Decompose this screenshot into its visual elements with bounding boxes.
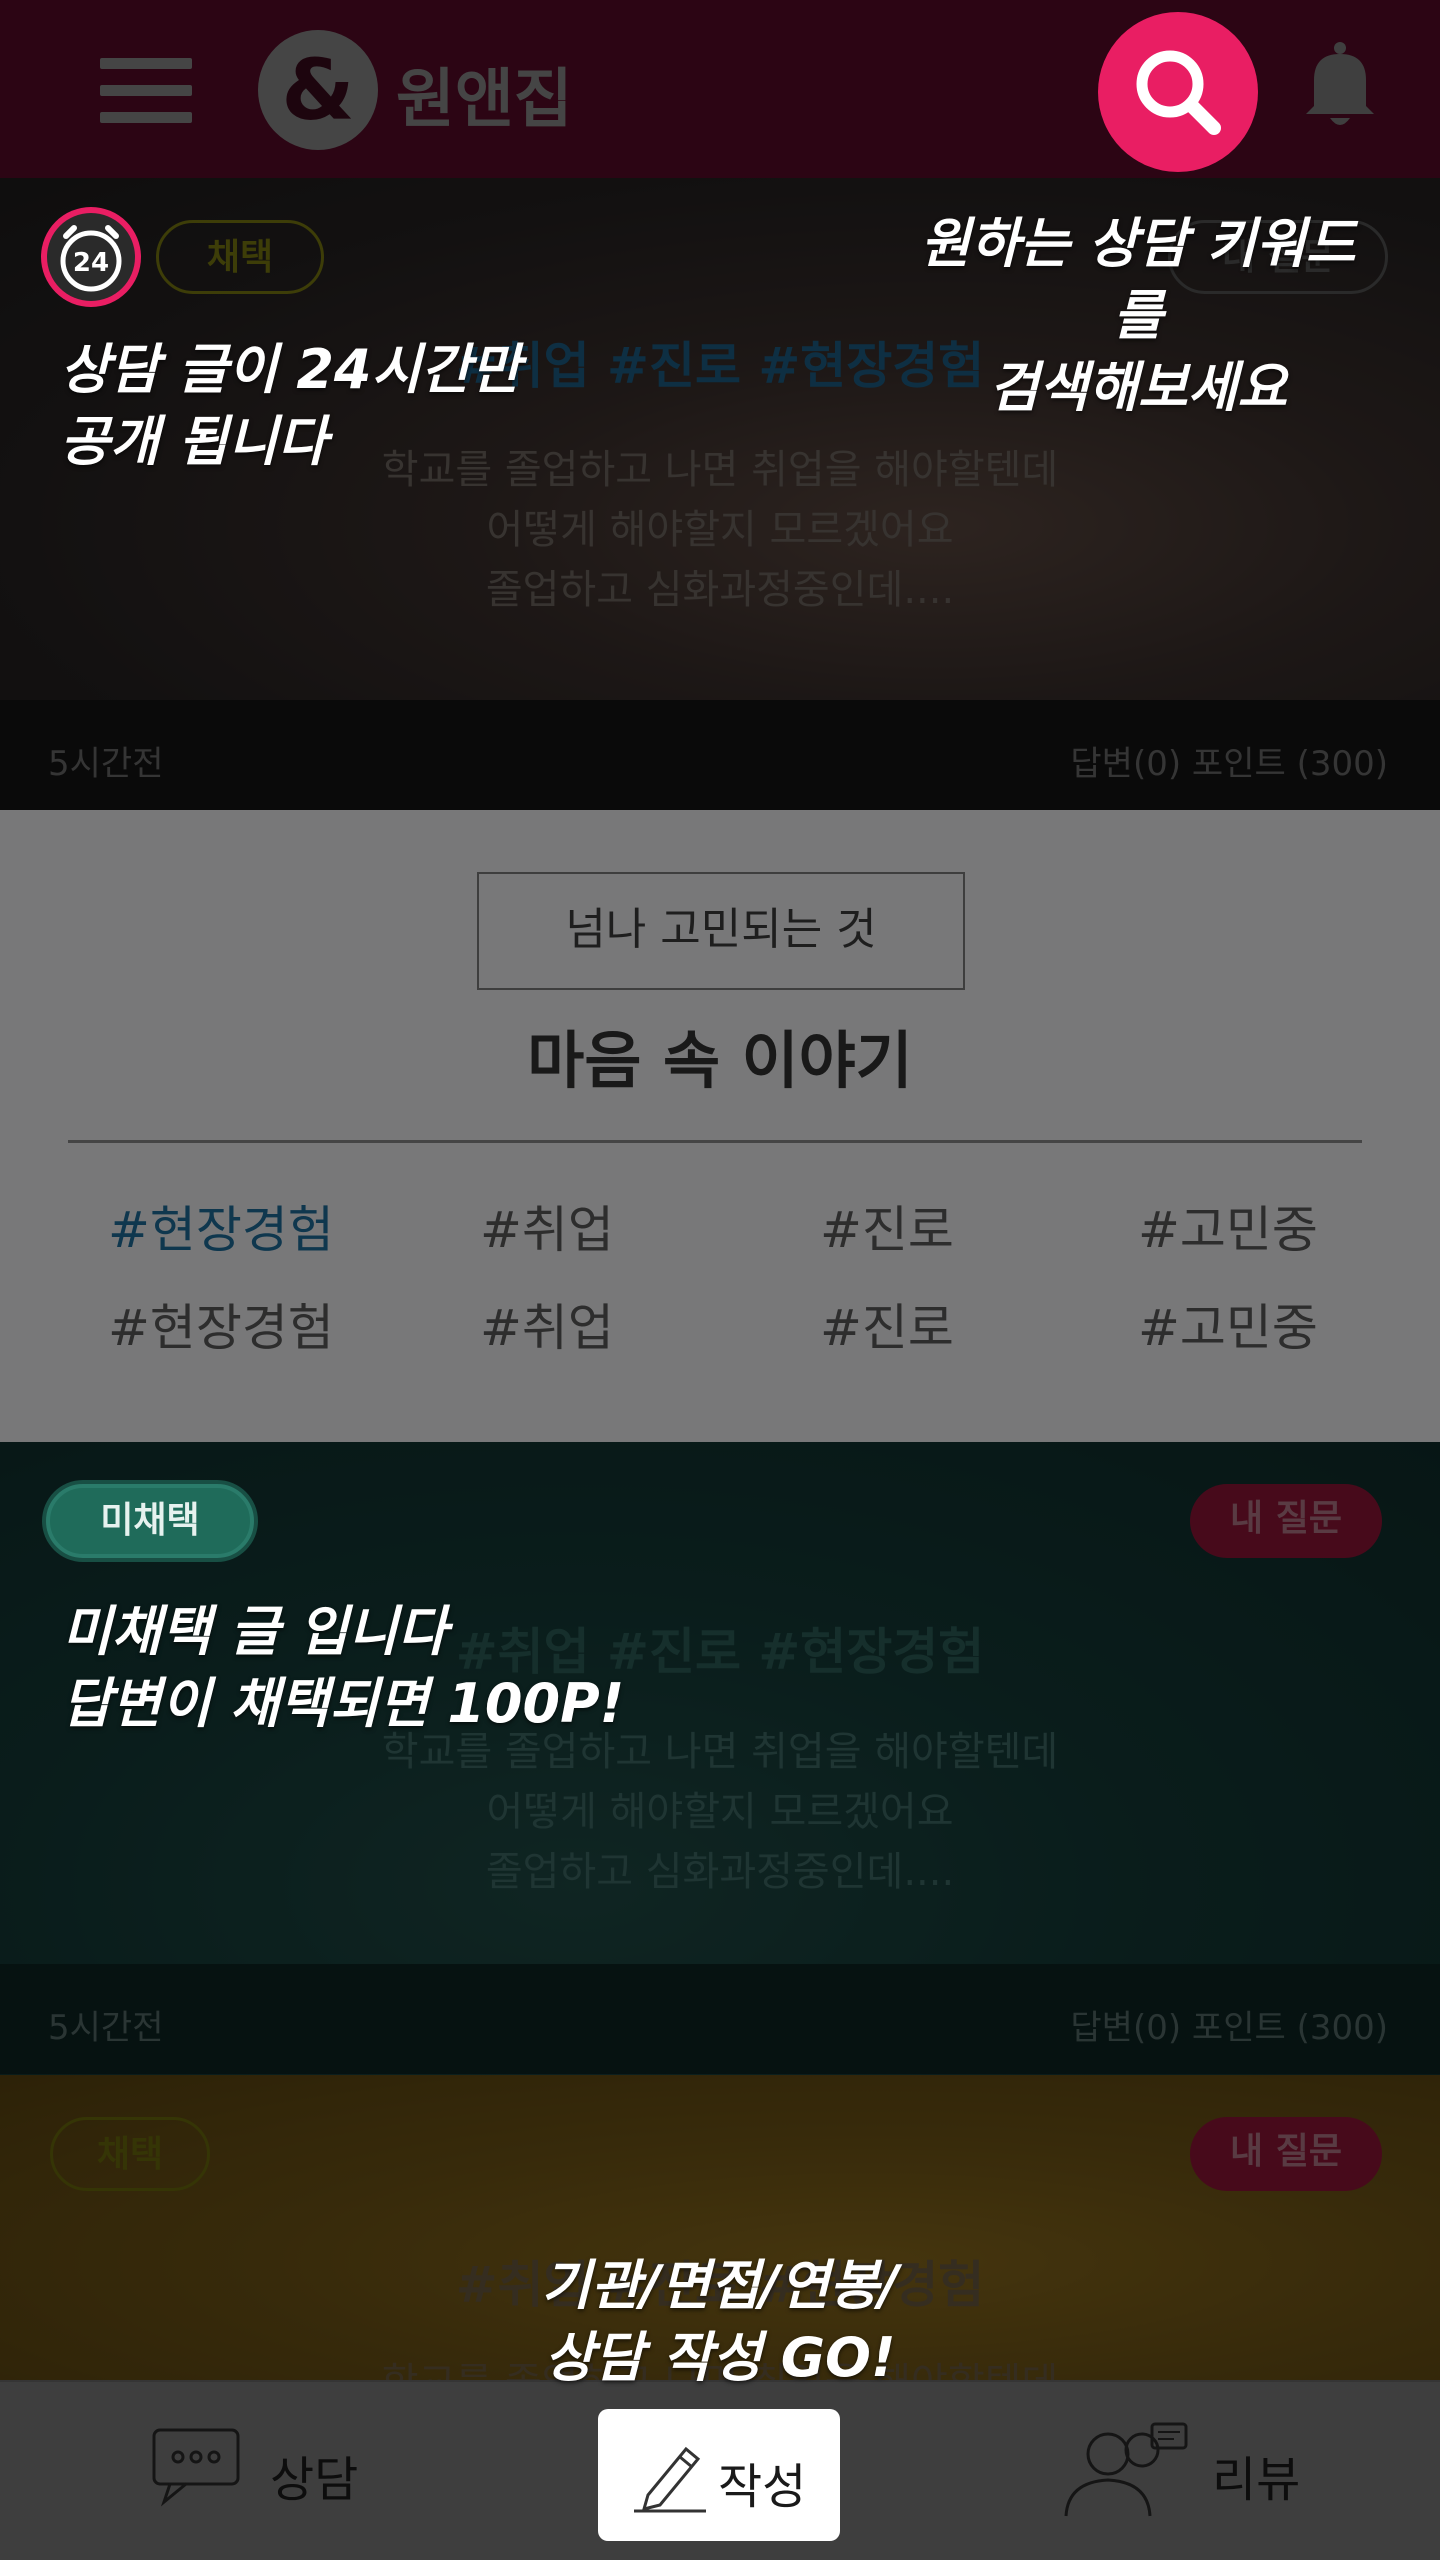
hashtag-link[interactable]: #고민중 bbox=[1138, 1190, 1318, 1262]
nav-review[interactable]: 리뷰 bbox=[1058, 2382, 1358, 2560]
card-body: 학교를 졸업하고 나면 취업을 해야할텐데 어떻게 해야할지 모르겠어요 졸업하… bbox=[0, 1722, 1440, 1902]
card-body-line: 졸업하고 심화과정중인데.... bbox=[485, 1849, 955, 1895]
hashtag-link[interactable]: #현장경험 bbox=[108, 1288, 334, 1360]
hashtag-link[interactable]: #진로 bbox=[820, 1288, 954, 1360]
my-question-badge: 내 질문 bbox=[1190, 2117, 1382, 2191]
card-time: 5시간전 bbox=[48, 744, 164, 784]
search-button[interactable] bbox=[1098, 12, 1258, 172]
app-logo: & bbox=[258, 30, 378, 150]
coach-line: 상담 글이 24시간만 bbox=[60, 338, 521, 401]
worry-box[interactable]: 넘나 고민되는 것 bbox=[477, 872, 965, 990]
coach-mark-unchosen: 미채택 글 입니다 답변이 채택되면 100P! bbox=[62, 1596, 624, 1740]
logo-symbol: & bbox=[281, 41, 355, 139]
coach-line: 기관/면접/연봉/ bbox=[541, 2254, 899, 2317]
coach-line: 공개 됩니다 bbox=[60, 410, 328, 473]
write-button[interactable]: 작성 bbox=[598, 2409, 840, 2541]
coach-mark-write: 기관/면접/연봉/ 상담 작성 GO! bbox=[520, 2250, 920, 2394]
coach-mark-timer: 상담 글이 24시간만 공개 됩니다 bbox=[60, 334, 521, 478]
coach-line: 검색해보세요 bbox=[988, 356, 1288, 419]
card-time: 5시간전 bbox=[48, 2008, 164, 2048]
hashtag-link[interactable]: #고민중 bbox=[1138, 1288, 1318, 1360]
timer-icon: 24 bbox=[38, 204, 144, 310]
coach-line: 원하는 상담 키워드를 bbox=[920, 212, 1356, 347]
menu-icon[interactable] bbox=[100, 58, 192, 123]
story-section: 넘나 고민되는 것 마음 속 이야기 #현장경험 #취업 #진로 #고민중 #현… bbox=[0, 810, 1440, 1442]
nav-consult[interactable]: 상담 bbox=[150, 2382, 450, 2560]
story-title: 마음 속 이야기 bbox=[527, 1024, 913, 1097]
my-question-badge: 내 질문 bbox=[1190, 1484, 1382, 1558]
write-label: 작성 bbox=[718, 2459, 807, 2515]
status-badge: 채택 bbox=[156, 220, 324, 294]
nav-review-label: 리뷰 bbox=[1212, 2452, 1301, 2508]
card-body-line: 어떻게 해야할지 모르겠어요 bbox=[486, 507, 954, 553]
search-icon bbox=[1136, 50, 1221, 135]
card-stats: 답변(0) 포인트 (300) bbox=[1070, 744, 1388, 784]
divider bbox=[68, 1140, 1362, 1143]
nav-consult-label: 상담 bbox=[270, 2452, 359, 2508]
users-review-icon bbox=[1064, 2422, 1188, 2517]
card-footer: 5시간전 답변(0) 포인트 (300) bbox=[0, 700, 1440, 810]
app-name: 원앤집 bbox=[396, 63, 573, 137]
pencil-icon bbox=[634, 2446, 706, 2513]
hashtag-link[interactable]: #취업 bbox=[480, 1190, 614, 1262]
coach-mark-search: 원하는 상담 키워드를 검색해보세요 bbox=[918, 208, 1358, 424]
hashtag-link[interactable]: #진로 bbox=[820, 1190, 954, 1262]
card-stats: 답변(0) 포인트 (300) bbox=[1070, 2008, 1388, 2048]
bell-icon[interactable] bbox=[1300, 40, 1380, 130]
coach-line: 답변이 채택되면 100P! bbox=[62, 1672, 625, 1735]
card-body-line: 졸업하고 심화과정중인데.... bbox=[485, 567, 955, 613]
status-badge-unchosen: 미채택 bbox=[46, 1484, 254, 1558]
hashtag-link[interactable]: #취업 bbox=[480, 1288, 614, 1360]
coach-line: 미채택 글 입니다 bbox=[62, 1600, 448, 1663]
timer-value: 24 bbox=[73, 248, 109, 278]
card-footer: 5시간전 답변(0) 포인트 (300) bbox=[0, 1964, 1440, 2074]
card-body-line: 어떻게 해야할지 모르겠어요 bbox=[486, 1789, 954, 1835]
status-badge: 채택 bbox=[50, 2117, 210, 2191]
coach-line: 상담 작성 GO! bbox=[544, 2326, 896, 2389]
hashtag-link[interactable]: #현장경험 bbox=[108, 1190, 334, 1262]
chat-bubbles-icon bbox=[152, 2428, 240, 2507]
